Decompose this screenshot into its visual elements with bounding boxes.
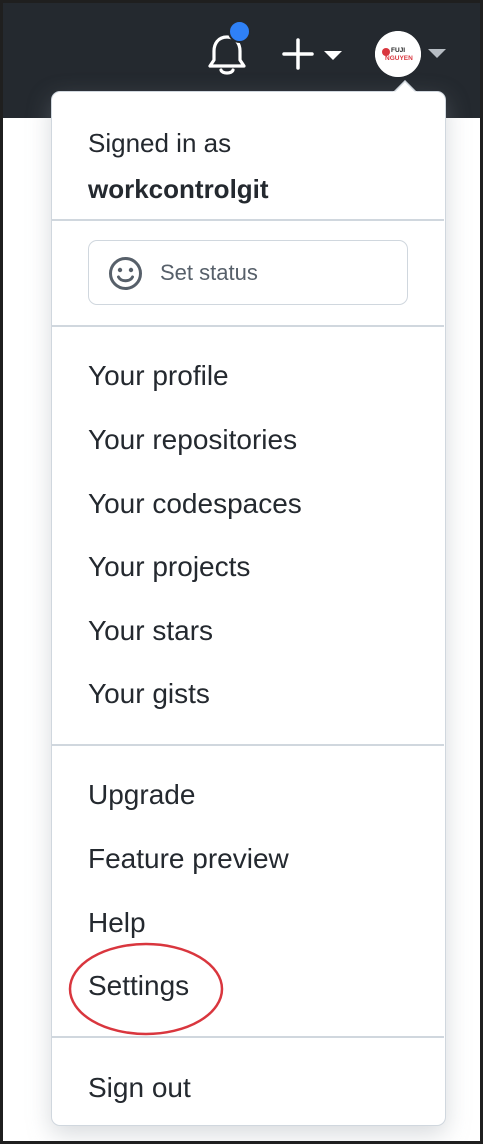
menu-item-sign-out[interactable]: Sign out bbox=[88, 1066, 408, 1110]
create-new-dropdown-button[interactable] bbox=[282, 37, 344, 71]
avatar-text-bottom: NGUYEN bbox=[385, 55, 413, 62]
avatar-image: FUJI NGUYEN bbox=[375, 31, 421, 77]
menu-pointer-arrow bbox=[393, 80, 417, 93]
settings-highlight-circle bbox=[68, 942, 224, 1036]
username: workcontrolgit bbox=[88, 174, 269, 204]
menu-item-help[interactable]: Help bbox=[88, 901, 408, 945]
set-status-button[interactable]: Set status bbox=[88, 240, 408, 305]
menu-divider bbox=[52, 744, 444, 746]
menu-divider bbox=[52, 325, 444, 327]
signed-in-header: Signed in as workcontrolgit bbox=[88, 120, 418, 212]
caret-down-icon[interactable] bbox=[427, 47, 447, 59]
smiley-icon bbox=[109, 257, 142, 290]
menu-item-upgrade[interactable]: Upgrade bbox=[88, 773, 408, 817]
plus-icon bbox=[282, 38, 314, 70]
notification-unread-indicator bbox=[228, 20, 251, 43]
menu-divider bbox=[52, 219, 444, 221]
menu-item-your-profile[interactable]: Your profile bbox=[88, 354, 408, 398]
menu-item-your-repositories[interactable]: Your repositories bbox=[88, 418, 408, 462]
avatar-text-top: FUJI bbox=[391, 47, 405, 54]
menu-item-your-stars[interactable]: Your stars bbox=[88, 609, 408, 653]
menu-item-your-projects[interactable]: Your projects bbox=[88, 545, 408, 589]
user-avatar[interactable]: FUJI NGUYEN bbox=[375, 31, 421, 77]
menu-item-your-codespaces[interactable]: Your codespaces bbox=[88, 482, 408, 526]
set-status-label: Set status bbox=[160, 260, 258, 285]
signed-in-label: Signed in as bbox=[88, 128, 232, 158]
caret-down-icon bbox=[324, 51, 342, 60]
screenshot-frame: FUJI NGUYEN Signed in as workcontrolgit … bbox=[3, 3, 480, 1141]
menu-item-feature-preview[interactable]: Feature preview bbox=[88, 837, 408, 881]
menu-item-your-gists[interactable]: Your gists bbox=[88, 672, 408, 716]
